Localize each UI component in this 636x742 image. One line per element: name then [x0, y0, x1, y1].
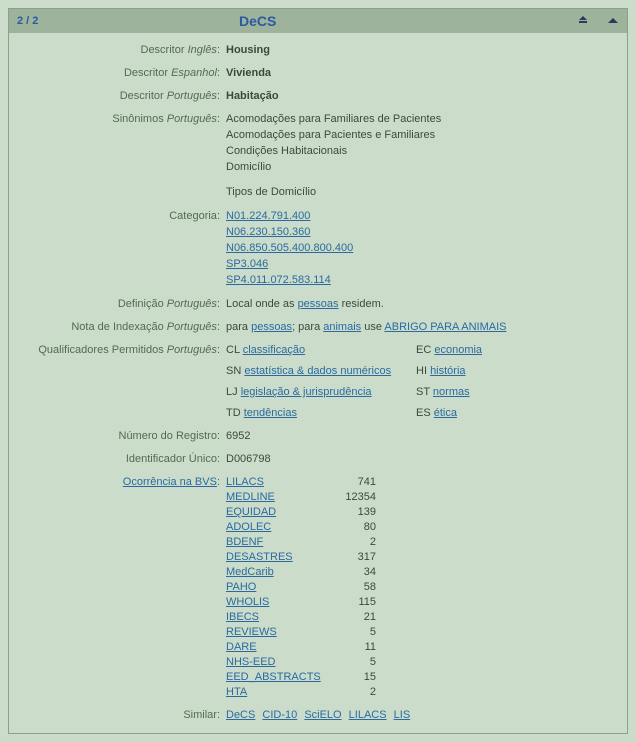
synonyms-list: Acomodações para Familiares de Pacientes… — [226, 112, 615, 201]
index-note-text: para pessoas; para animais use ABRIGO PA… — [226, 320, 615, 335]
occurrence-source-link[interactable]: LILACS — [226, 476, 264, 488]
content: Descritor Inglês: Housing Descritor Espa… — [9, 33, 627, 733]
record-panel: 2 / 2 DeCS Descritor Inglês: Housing Des… — [8, 8, 628, 734]
occurrence-count: 80 — [326, 520, 376, 535]
label-definition: Definição Português: — [21, 297, 226, 312]
definition-text: Local onde as pessoas residem. — [226, 297, 615, 312]
occurrence-source-link[interactable]: IBECS — [226, 611, 259, 623]
label-qualifiers: Qualificadores Permitidos Português: — [21, 343, 226, 358]
occurrence-count: 741 — [326, 475, 376, 490]
qualifiers-grid: CL classificaçãoEC economiaSN estatístic… — [226, 343, 615, 421]
occurrence-count: 115 — [326, 595, 376, 610]
synonym-item: Domicílio — [226, 160, 615, 175]
occurrence-count: 12354 — [326, 490, 376, 505]
qualifier-link[interactable]: tendências — [244, 407, 297, 419]
occurrence-table: LILACS 741 MEDLINE 12354 EQUIDAD 139 ADOLEC 80 B… — [226, 475, 615, 700]
occurrence-count: 139 — [326, 505, 376, 520]
occurrence-count: 15 — [326, 670, 376, 685]
synonym-item: Acomodações para Pacientes e Familiares — [226, 128, 615, 143]
qualifier-item: ES ética — [416, 406, 576, 421]
occurrence-count: 58 — [326, 580, 376, 595]
qualifier-link[interactable]: normas — [433, 386, 470, 398]
label-descriptor-es: Descritor Espanhol: — [21, 66, 226, 81]
qualifier-link[interactable]: classificação — [243, 344, 305, 356]
similar-link[interactable]: CID-10 — [262, 709, 297, 721]
qualifier-link[interactable]: estatística & dados numéricos — [244, 365, 391, 377]
occurrence-count: 2 — [326, 685, 376, 700]
qualifier-link[interactable]: economia — [434, 344, 482, 356]
synonym-item: Tipos de Domicílio — [226, 185, 615, 200]
occurrence-source-link[interactable]: EED_ABSTRACTS — [226, 671, 321, 683]
qualifier-link[interactable]: história — [430, 365, 465, 377]
descriptor-es: Vivienda — [226, 66, 615, 81]
qualifier-link[interactable]: legislação & jurisprudência — [241, 386, 372, 398]
label-category: Categoria: — [21, 209, 226, 224]
similar-link[interactable]: DeCS — [226, 709, 255, 721]
occurrence-source-link[interactable]: MedCarib — [226, 566, 274, 578]
occurrence-link[interactable]: Ocorrência na BVS — [123, 476, 217, 488]
occurrence-count: 317 — [326, 550, 376, 565]
label-similar: Similar: — [21, 708, 226, 723]
qualifier-link[interactable]: ética — [434, 407, 457, 419]
occurrence-source-link[interactable]: REVIEWS — [226, 626, 277, 638]
occurrence-count: 2 — [326, 535, 376, 550]
label-descriptor-pt: Descritor Português: — [21, 89, 226, 104]
occurrence-source-link[interactable]: EQUIDAD — [226, 506, 276, 518]
occurrence-source-link[interactable]: HTA — [226, 686, 247, 698]
qualifier-item: CL classificação — [226, 343, 416, 358]
label-record-number: Número do Registro: — [21, 429, 226, 444]
occurrence-source-link[interactable]: PAHO — [226, 581, 256, 593]
occurrence-count: 5 — [326, 625, 376, 640]
panel-title: DeCS — [8, 13, 507, 29]
qualifier-item: TD tendências — [226, 406, 416, 421]
synonym-item: Acomodações para Familiares de Pacientes — [226, 112, 615, 127]
index-link-1[interactable]: pessoas — [251, 321, 292, 333]
occurrence-count: 11 — [326, 640, 376, 655]
occurrence-source-link[interactable]: BDENF — [226, 536, 263, 548]
label-unique-id: Identificador Único: — [21, 452, 226, 467]
qualifier-item: ST normas — [416, 385, 576, 400]
record-number: 6952 — [226, 429, 615, 444]
label-occurrence: Ocorrência na BVS: — [21, 475, 226, 490]
category-link[interactable]: N01.224.791.400 — [226, 210, 310, 222]
unique-id: D006798 — [226, 452, 615, 467]
index-link-2[interactable]: animais — [323, 321, 361, 333]
descriptor-pt: Habitação — [226, 89, 615, 104]
category-link[interactable]: SP3.046 — [226, 258, 268, 270]
label-synonyms: Sinônimos Português: — [21, 112, 226, 127]
label-index-note: Nota de Indexação Português: — [21, 320, 226, 335]
occurrence-source-link[interactable]: DARE — [226, 641, 257, 653]
occurrence-source-link[interactable]: NHS-EED — [226, 656, 276, 668]
occurrence-count: 34 — [326, 565, 376, 580]
titlebar: 2 / 2 DeCS — [9, 9, 627, 33]
similar-link[interactable]: LILACS — [349, 709, 387, 721]
qualifier-item: SN estatística & dados numéricos — [226, 364, 416, 379]
label-descriptor-en: Descritor Inglês: — [21, 43, 226, 58]
occurrence-count: 21 — [326, 610, 376, 625]
descriptor-en: Housing — [226, 43, 615, 58]
occurrence-source-link[interactable]: MEDLINE — [226, 491, 275, 503]
occurrence-source-link[interactable]: WHOLIS — [226, 596, 269, 608]
category-link[interactable]: SP4.011.072.583.114 — [226, 274, 331, 286]
category-link[interactable]: N06.850.505.400.800.400 — [226, 242, 353, 254]
index-link-3[interactable]: ABRIGO PARA ANIMAIS — [384, 321, 506, 333]
definition-link[interactable]: pessoas — [298, 298, 339, 310]
occurrence-source-link[interactable]: ADOLEC — [226, 521, 271, 533]
qualifier-item: LJ legislação & jurisprudência — [226, 385, 416, 400]
occurrence-source-link[interactable]: DESASTRES — [226, 551, 293, 563]
synonym-item: Condições Habitacionais — [226, 144, 615, 159]
similar-link[interactable]: SciELO — [304, 709, 341, 721]
category-list: N01.224.791.400 N06.230.150.360 N06.850.50… — [226, 209, 615, 289]
collapse-icon[interactable] — [607, 15, 619, 27]
similar-link[interactable]: LIS — [394, 709, 411, 721]
similar-list: DeCS CID-10 SciELO LILACS LIS — [226, 708, 615, 723]
print-icon[interactable] — [577, 15, 589, 27]
occurrence-count: 5 — [326, 655, 376, 670]
category-link[interactable]: N06.230.150.360 — [226, 226, 310, 238]
qualifier-item: HI história — [416, 364, 576, 379]
qualifier-item: EC economia — [416, 343, 576, 358]
